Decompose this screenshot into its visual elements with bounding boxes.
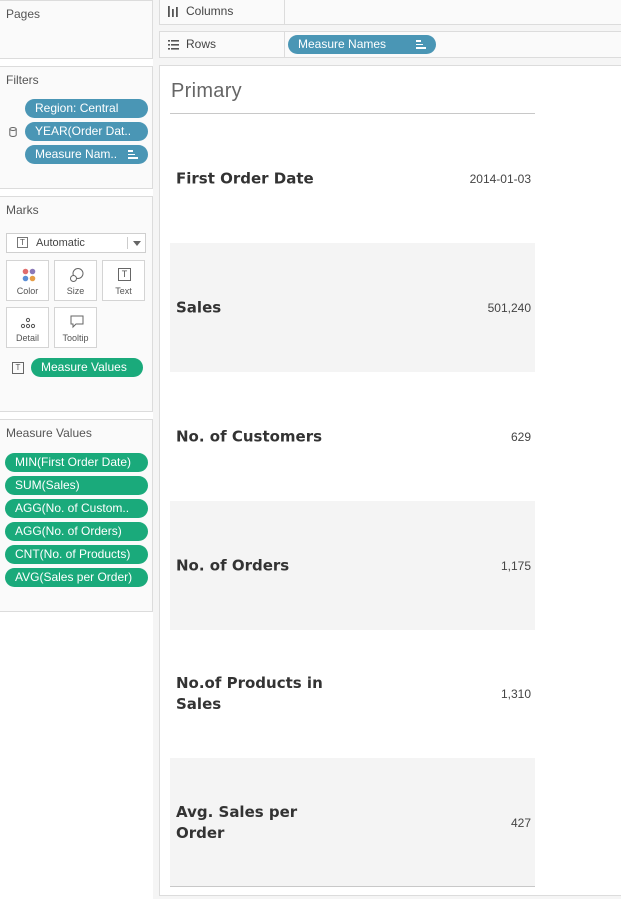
sort-icon [416,40,426,49]
row-header: No.of Products in Sales [176,673,323,713]
pages-title: Pages [6,7,41,21]
dropdown-divider [127,237,128,249]
filter-pill-year[interactable]: YEAR(Order Dat.. [25,122,148,141]
pages-card[interactable]: Pages [0,0,153,59]
detail-icon [20,317,36,329]
measure-pill-min-first-order-date[interactable]: MIN(First Order Date) [5,453,148,472]
filter-pill-region[interactable]: Region: Central [25,99,148,118]
rows-pill-measure-names[interactable]: Measure Names [288,35,436,54]
table-row[interactable]: No. of Customers 629 [170,372,535,501]
measure-pill-cnt-products[interactable]: CNT(No. of Products) [5,545,148,564]
marks-text-pill[interactable]: Measure Values [31,358,143,377]
measure-pill-agg-orders[interactable]: AGG(No. of Orders) [5,522,148,541]
measure-pill-label: MIN(First Order Date) [15,455,132,469]
row-header: First Order Date [176,169,314,187]
filters-card[interactable]: Filters Region: Central YEAR(Order Dat..… [0,66,153,189]
rows-shelf[interactable]: Rows Measure Names [159,31,621,58]
shelf-divider [284,32,285,57]
color-button[interactable]: Color [6,260,49,301]
row-header: No. of Customers [176,427,323,445]
measure-pill-label: AGG(No. of Orders) [15,524,122,538]
row-header: Avg. Sales per Order [176,802,298,842]
measure-pill-label: SUM(Sales) [15,478,80,492]
text-icon: T [118,268,131,281]
table-row[interactable]: No. of Orders 1,175 [170,501,535,630]
tooltip-icon [70,315,84,329]
row-header: Sales [176,298,222,316]
table-row[interactable]: Avg. Sales per Order 427 [170,758,535,887]
table-row[interactable]: First Order Date 2014-01-03 [170,114,535,243]
columns-shelf[interactable]: Columns [159,0,621,25]
columns-icon [168,6,178,17]
filter-pill-measure-names[interactable]: Measure Nam.. [25,145,148,164]
text-icon: T [17,237,28,248]
marks-card: Marks T Automatic Color Size T Text Deta… [0,196,153,412]
filter-pill-label: Measure Nam.. [35,147,118,161]
size-button[interactable]: Size [54,260,97,301]
filters-title: Filters [6,73,39,87]
table-bottom-divider [170,886,535,887]
measure-pill-avg-sales-per-order[interactable]: AVG(Sales per Order) [5,568,148,587]
left-panel: Pages Filters Region: Central YEAR(Order… [0,0,153,899]
database-icon [9,127,17,137]
table-row[interactable]: Sales 501,240 [170,243,535,372]
detail-label: Detail [15,333,39,343]
row-value: 2014-01-03 [469,171,531,186]
row-value: 1,175 [500,558,531,573]
shelf-divider [284,0,285,24]
measure-pill-label: AGG(No. of Custom.. [15,501,130,515]
worksheet-title: Primary [171,80,242,102]
measure-pill-label: AVG(Sales per Order) [15,570,133,584]
row-header: No. of Orders [176,556,290,574]
measure-pill-agg-customers[interactable]: AGG(No. of Custom.. [5,499,148,518]
rows-label: Rows [186,37,217,51]
color-icon [22,268,36,282]
text-button[interactable]: T Text [102,260,145,301]
row-value: 1,310 [500,686,531,701]
measure-values-title: Measure Values [6,426,92,440]
mark-type-select[interactable]: T Automatic [6,233,146,253]
mark-type-label: Automatic [36,237,85,249]
rows-icon [168,40,179,50]
text-label: Text [115,286,132,296]
measure-pill-label: CNT(No. of Products) [15,547,131,561]
tooltip-button[interactable]: Tooltip [54,307,97,348]
measure-values-card: Measure Values MIN(First Order Date) SUM… [0,419,153,612]
marks-title: Marks [6,203,39,217]
marks-text-pill-label: Measure Values [41,360,127,374]
row-value: 427 [510,815,531,830]
tooltip-label: Tooltip [62,333,89,343]
size-icon [70,268,84,282]
measure-pill-sum-sales[interactable]: SUM(Sales) [5,476,148,495]
color-label: Color [16,286,39,296]
sort-icon [128,150,138,159]
row-value: 501,240 [487,300,531,315]
rows-pill-label: Measure Names [298,37,387,51]
filter-pill-label: Region: Central [35,101,119,115]
table-row[interactable]: No.of Products in Sales 1,310 [170,629,535,758]
dropdown-icon [133,241,141,246]
text-icon: T [12,362,24,374]
detail-button[interactable]: Detail [6,307,49,348]
filter-pill-label: YEAR(Order Dat.. [35,124,132,138]
worksheet-view: Primary First Order Date 2014-01-03 Sale… [159,65,621,896]
size-label: Size [66,286,85,296]
row-value: 629 [510,429,531,444]
columns-label: Columns [186,4,234,18]
